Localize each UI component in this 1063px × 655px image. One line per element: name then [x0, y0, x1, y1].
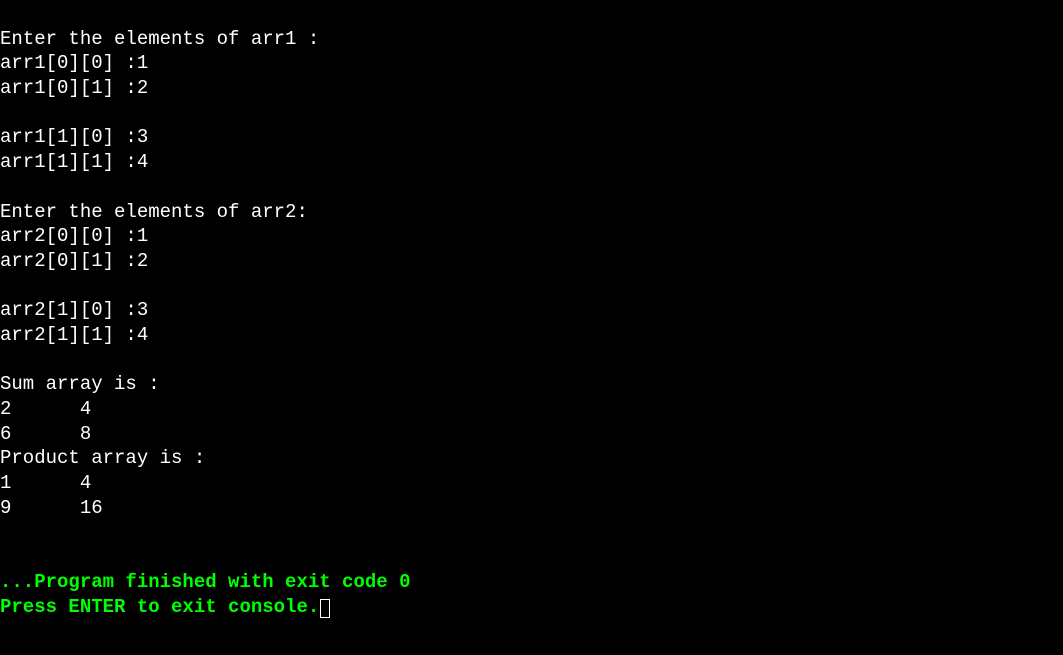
- product-row-1: 9 16: [0, 497, 103, 519]
- exit-message: ...Program finished with exit code 0: [0, 571, 410, 593]
- sum-row-0: 2 4: [0, 398, 91, 420]
- arr2-10-value: 3: [137, 299, 148, 321]
- sum-row-1: 6 8: [0, 423, 91, 445]
- arr2-11-value: 4: [137, 324, 148, 346]
- cursor-icon[interactable]: [320, 599, 330, 618]
- arr2-11-label: arr2[1][1] :: [0, 324, 137, 346]
- arr1-01-value: 2: [137, 77, 148, 99]
- arr1-01-label: arr1[0][1] :: [0, 77, 137, 99]
- product-row-0: 1 4: [0, 472, 91, 494]
- arr1-00-value: 1: [137, 52, 148, 74]
- arr2-10-label: arr2[1][0] :: [0, 299, 137, 321]
- sum-header: Sum array is :: [0, 373, 160, 395]
- arr1-11-label: arr1[1][1] :: [0, 151, 137, 173]
- terminal-output: Enter the elements of arr1 : arr1[0][0] …: [0, 2, 1063, 619]
- arr2-00-label: arr2[0][0] :: [0, 225, 137, 247]
- arr1-10-value: 3: [137, 126, 148, 148]
- prompt-arr2: Enter the elements of arr2:: [0, 201, 308, 223]
- press-enter-prompt: Press ENTER to exit console.: [0, 596, 319, 618]
- arr1-11-value: 4: [137, 151, 148, 173]
- arr1-00-label: arr1[0][0] :: [0, 52, 137, 74]
- arr2-01-value: 2: [137, 250, 148, 272]
- arr2-00-value: 1: [137, 225, 148, 247]
- arr1-10-label: arr1[1][0] :: [0, 126, 137, 148]
- product-header: Product array is :: [0, 447, 205, 469]
- prompt-arr1: Enter the elements of arr1 :: [0, 28, 319, 50]
- arr2-01-label: arr2[0][1] :: [0, 250, 137, 272]
